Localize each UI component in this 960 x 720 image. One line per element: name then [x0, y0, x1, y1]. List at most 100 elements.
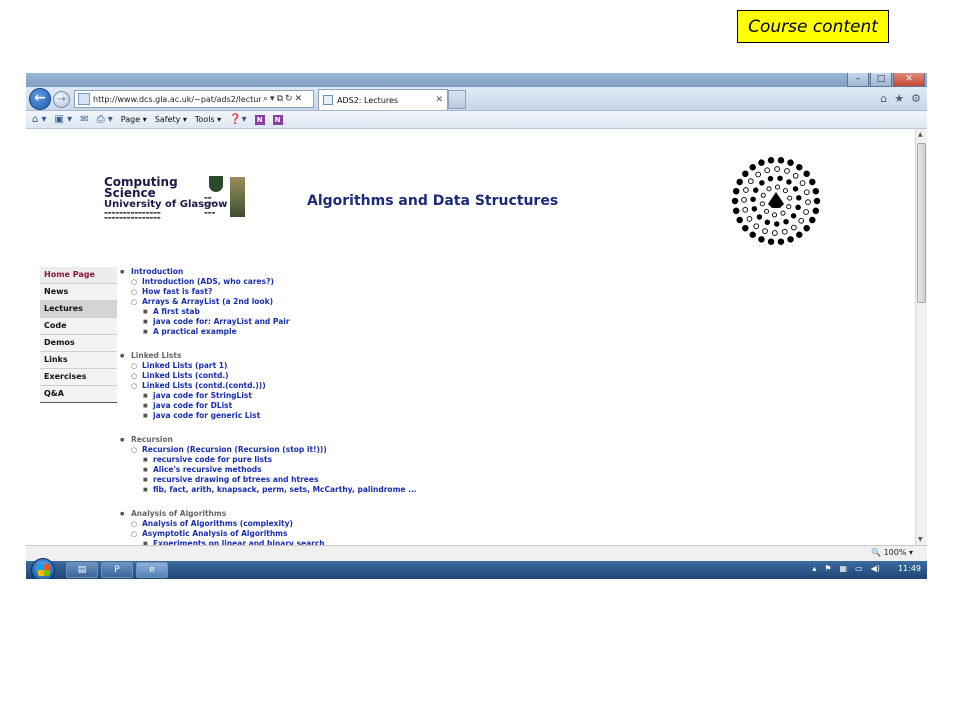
lecture-link[interactable]: Linked Lists (part 1) — [120, 361, 480, 371]
safety-menu[interactable]: Safety ▾ — [155, 115, 187, 124]
resource-link[interactable]: Alice's recursive methods — [120, 465, 480, 475]
clock[interactable]: 11:49 — [898, 564, 921, 573]
lecture-link[interactable]: Linked Lists (contd.) — [120, 371, 480, 381]
dropdown-icon[interactable]: ▾ — [270, 94, 275, 104]
lecture-link[interactable]: How fast is fast? — [120, 287, 480, 297]
resource-link[interactable]: fib, fact, arith, knapsack, perm, sets, … — [120, 485, 480, 495]
spiral-dot — [787, 195, 793, 201]
tab-lectures[interactable]: ADS2: Lectures ✕ — [318, 89, 448, 110]
home-icon[interactable]: ⌂ ▾ — [32, 114, 47, 125]
lecture-link[interactable]: Arrays & ArrayList (a 2nd look) — [120, 297, 480, 307]
university-crest-icon — [209, 176, 223, 192]
spiral-dot — [759, 180, 765, 186]
spiral-dot — [767, 238, 775, 245]
spiral-dot — [747, 178, 754, 185]
lecture-link[interactable]: Asymptotic Analysis of Algorithms — [120, 529, 480, 539]
resource-link[interactable]: java code for generic List — [120, 411, 480, 421]
powerpoint-taskbar-icon[interactable]: P — [101, 562, 133, 578]
help-icon[interactable]: ❓▾ — [229, 114, 246, 125]
back-button[interactable]: ← — [29, 88, 51, 110]
nav-code[interactable]: Code — [40, 318, 117, 335]
taskbar: ▤ P e ▴ ⚑ ▦ ▭ ◀) 11:49 — [26, 558, 927, 579]
spiral-dot — [784, 168, 790, 174]
spiral-dot — [777, 238, 785, 245]
gear-icon[interactable]: ⚙ — [911, 92, 921, 105]
spiral-dot — [774, 184, 781, 190]
resource-link[interactable]: recursive code for pure lists — [120, 455, 480, 465]
forward-button[interactable]: → — [53, 91, 70, 108]
stop-icon[interactable]: ✕ — [295, 94, 303, 104]
address-url[interactable]: http://www.dcs.gla.ac.uk/~pat/ads2/lectu… — [93, 95, 261, 104]
new-tab-button[interactable] — [448, 90, 466, 109]
scroll-up-icon[interactable]: ▲ — [918, 131, 923, 138]
explorer-taskbar-icon[interactable]: ▤ — [66, 562, 98, 578]
tools-menu[interactable]: Tools ▾ — [195, 115, 221, 124]
nav-home-page[interactable]: Home Page — [40, 267, 117, 284]
lecture-link[interactable]: Analysis of Algorithms (complexity) — [120, 519, 480, 529]
start-button[interactable] — [31, 558, 55, 579]
lecture-link[interactable]: Recursion (Recursion (Recursion (stop it… — [120, 445, 480, 455]
spiral-dot — [732, 187, 740, 195]
feeds-icon[interactable]: ▣ ▾ — [55, 114, 73, 125]
lecture-link[interactable]: Introduction (ADS, who cares?) — [120, 277, 480, 287]
left-navigation: Home Page News Lectures Code Demos Links… — [40, 267, 117, 403]
spiral-dot — [796, 164, 803, 171]
outline-section: IntroductionIntroduction (ADS, who cares… — [120, 267, 480, 337]
home-icon[interactable]: ⌂ — [880, 92, 887, 105]
refresh-icon[interactable]: ↻ — [285, 94, 293, 104]
resource-link[interactable]: recursive drawing of btrees and htrees — [120, 475, 480, 485]
print-icon[interactable]: ⎙ ▾ — [97, 114, 113, 125]
nav-demos[interactable]: Demos — [40, 335, 117, 352]
close-button[interactable]: ✕ — [893, 73, 925, 87]
command-bar: ⌂ ▾ ▣ ▾ ✉ ⎙ ▾ Page ▾ Safety ▾ Tools ▾ ❓▾… — [26, 111, 927, 129]
resource-link[interactable]: java code for: ArrayList and Pair — [120, 317, 480, 327]
scroll-thumb[interactable] — [917, 143, 926, 303]
spiral-dot — [803, 209, 809, 215]
outline-section: Analysis of AlgorithmsAnalysis of Algori… — [120, 509, 480, 545]
spiral-dot — [736, 178, 743, 186]
zoom-control[interactable]: 🔍 100% ▾ — [871, 548, 913, 557]
network-icon[interactable]: ▦ — [840, 564, 848, 573]
nav-news[interactable]: News — [40, 284, 117, 301]
compatibility-icon[interactable]: ⧉ — [277, 94, 283, 104]
page-menu[interactable]: Page ▾ — [121, 115, 147, 124]
spiral-dot — [790, 213, 797, 219]
spiral-dot — [759, 201, 765, 207]
search-icon[interactable]: ⌕ — [263, 94, 268, 104]
maximize-button[interactable]: □ — [870, 73, 892, 87]
spiral-dot — [746, 216, 753, 222]
resource-link[interactable]: A first stab — [120, 307, 480, 317]
resource-link[interactable]: A practical example — [120, 327, 480, 337]
tray-expand-icon[interactable]: ▴ — [812, 564, 816, 573]
nav-qa[interactable]: Q&A — [40, 386, 117, 403]
mail-icon[interactable]: ✉ — [80, 114, 88, 125]
favorites-icon[interactable]: ★ — [894, 92, 904, 105]
volume-icon[interactable]: ◀) — [871, 564, 880, 573]
resource-link[interactable]: java code for DList — [120, 401, 480, 411]
flag-icon[interactable]: ⚑ — [824, 564, 831, 573]
spiral-dot — [787, 159, 794, 166]
onenote-linked-icon[interactable]: N — [272, 114, 283, 125]
nav-exercises[interactable]: Exercises — [40, 369, 117, 386]
resource-link[interactable]: java code for StringList — [120, 391, 480, 401]
tab-close-icon[interactable]: ✕ — [435, 95, 443, 105]
spiral-dot — [812, 187, 820, 195]
vertical-scrollbar[interactable]: ▲ ▼ — [915, 129, 927, 545]
nav-lectures[interactable]: Lectures — [40, 301, 117, 318]
address-bar[interactable]: http://www.dcs.gla.ac.uk/~pat/ads2/lectu… — [74, 90, 314, 108]
onenote-icon[interactable]: N — [254, 114, 265, 125]
ie-taskbar-icon[interactable]: e — [136, 562, 168, 578]
lecture-link[interactable]: Linked Lists (contd.(contd.))) — [120, 381, 480, 391]
outline-section: RecursionRecursion (Recursion (Recursion… — [120, 435, 480, 495]
nav-links[interactable]: Links — [40, 352, 117, 369]
spiral-dot — [749, 231, 756, 238]
spiral-dot — [774, 221, 780, 227]
minimize-button[interactable]: – — [847, 73, 869, 87]
section-title[interactable]: Introduction — [120, 267, 480, 277]
spiral-dot — [752, 187, 759, 193]
monitor-icon[interactable]: ▭ — [855, 564, 863, 573]
spiral-dot — [803, 189, 810, 196]
scroll-down-icon[interactable]: ▼ — [918, 536, 923, 543]
spiral-dot — [764, 219, 771, 226]
spiral-dot — [803, 224, 810, 232]
